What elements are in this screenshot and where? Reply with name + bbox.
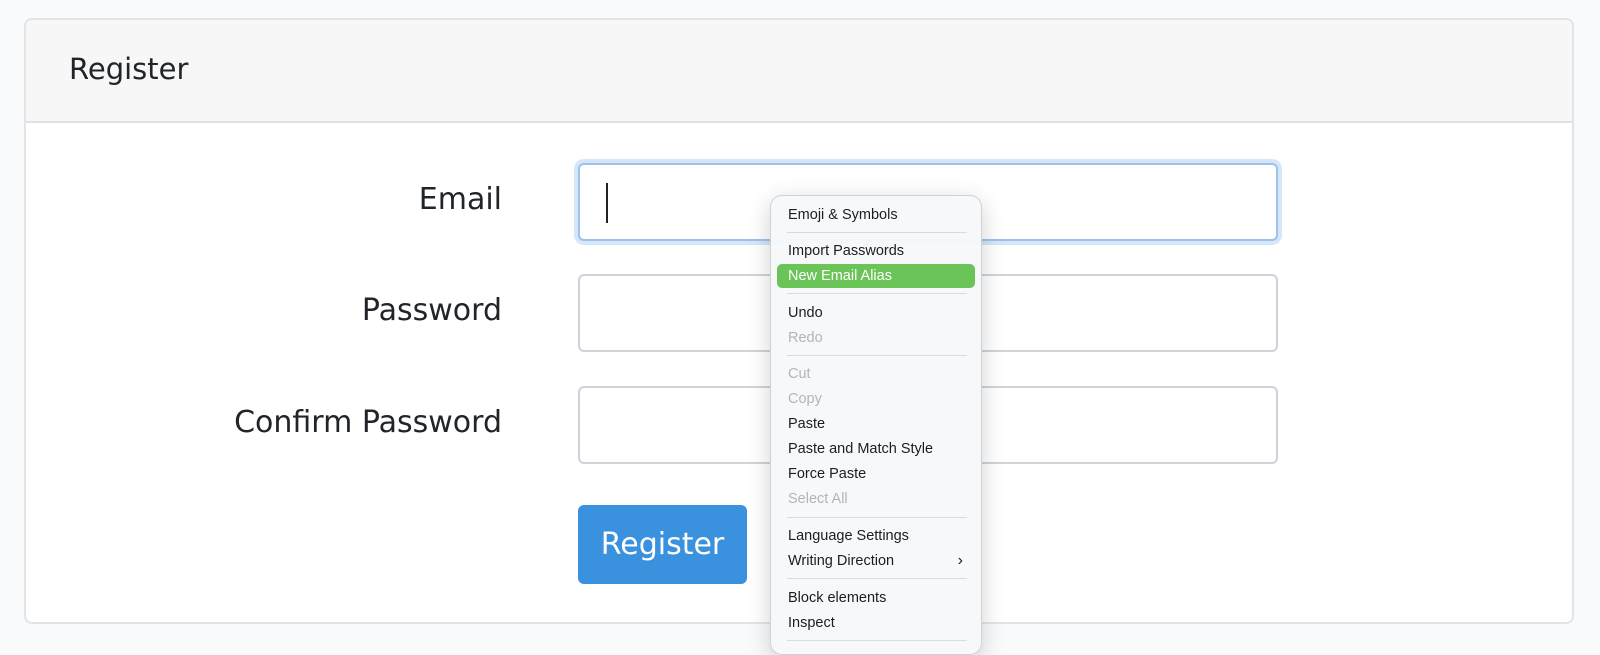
menu-item-select-all: Select All	[788, 491, 848, 507]
menu-item-new-email-alias[interactable]: New Email Alias	[777, 264, 975, 288]
menu-item-label: Writing Direction	[788, 553, 895, 569]
menu-separator	[787, 293, 967, 294]
password-label: Password	[361, 293, 502, 328]
menu-item-language-settings[interactable]: Language Settings	[777, 524, 975, 548]
menu-item-block-elements[interactable]: Block elements	[777, 586, 975, 610]
menu-item-undo[interactable]: Undo	[777, 301, 975, 325]
chevron-right-icon: ›	[957, 552, 963, 569]
menu-separator	[787, 355, 967, 356]
context-menu: Emoji & Symbols Import Passwords New Ema…	[770, 195, 982, 655]
menu-item-cut: Cut	[788, 366, 811, 382]
text-caret	[606, 183, 608, 223]
menu-item-paste[interactable]: Paste	[777, 412, 975, 436]
menu-item-copy: Copy	[788, 391, 822, 407]
confirm-password-label: Confirm Password	[234, 405, 502, 440]
menu-item-force-paste[interactable]: Force Paste	[777, 462, 975, 486]
menu-item-redo: Redo	[788, 330, 823, 346]
card-title: Register	[69, 52, 189, 86]
register-button[interactable]: Register	[578, 505, 747, 584]
menu-separator	[787, 232, 967, 233]
menu-separator	[787, 578, 967, 579]
card-header: Register	[26, 20, 1572, 123]
menu-item-inspect[interactable]: Inspect	[777, 611, 975, 635]
email-label: Email	[418, 182, 502, 217]
menu-item-writing-direction[interactable]: Writing Direction ›	[777, 549, 975, 573]
menu-item-paste-match-style[interactable]: Paste and Match Style	[777, 437, 975, 461]
menu-item-import-passwords[interactable]: Import Passwords	[777, 239, 975, 263]
menu-item-emoji-symbols[interactable]: Emoji & Symbols	[777, 203, 975, 227]
menu-separator	[787, 517, 967, 518]
menu-separator	[787, 640, 967, 641]
